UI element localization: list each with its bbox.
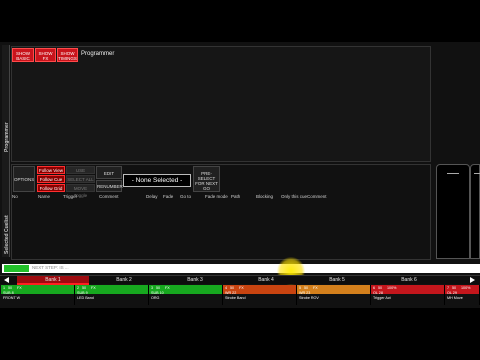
- playback-level: 50: [304, 286, 309, 290]
- playback-name: FRONT W: [3, 295, 21, 300]
- bank-tab-6[interactable]: Bank 6: [373, 276, 445, 285]
- tab-show-basic[interactable]: SHOW BASIC: [12, 48, 34, 62]
- playback-level: 50: [156, 286, 161, 290]
- col-goto[interactable]: Go to: [180, 194, 191, 199]
- col-name[interactable]: Name: [38, 194, 50, 199]
- col-comment[interactable]: Comment: [99, 194, 119, 199]
- playback-2[interactable]: 2 50 FX SUB 9 LED Band: [75, 285, 149, 305]
- col-fade[interactable]: Fade: [163, 194, 173, 199]
- playback-mode: FX: [313, 286, 318, 290]
- playback-mode: FX: [165, 286, 170, 290]
- tab-show-fx[interactable]: SHOW FX: [35, 48, 56, 62]
- follow-grid-button[interactable]: Follow Grid: [37, 184, 65, 192]
- playback-level: 50: [82, 286, 87, 290]
- panel-handle[interactable]: [447, 173, 459, 174]
- rail-label-programmer[interactable]: Programmer: [4, 122, 10, 152]
- playback-6[interactable]: 6 50 100% OL 28 Trigger Act: [371, 285, 445, 305]
- cue-table-header: No Name Trigger Comment Delay Fade Go to…: [12, 193, 331, 201]
- select-all-button[interactable]: SELECT ALL: [66, 175, 95, 183]
- col-delay[interactable]: Delay: [146, 194, 158, 199]
- move-toggle-button[interactable]: MOVE Toggle: [66, 184, 95, 198]
- playback-level: 50: [8, 286, 13, 290]
- playback-1[interactable]: 1 50 FX SUB 8 FRONT W: [1, 285, 75, 305]
- col-trigger[interactable]: Trigger: [63, 194, 77, 199]
- programmer-panel: [11, 46, 431, 162]
- bank-tab-2[interactable]: Bank 2: [89, 276, 159, 285]
- playback-name: MH Move: [447, 295, 463, 300]
- options-button[interactable]: OPTIONS: [13, 166, 35, 192]
- follow-cue-button[interactable]: Follow Cue: [37, 175, 65, 183]
- bank-tab-5[interactable]: Bank 5: [301, 276, 373, 285]
- playback-mode: 100%: [461, 286, 471, 290]
- playback-5[interactable]: 5 50 FX WR 23 Strobe ROV: [297, 285, 371, 305]
- playback-number: 3: [151, 286, 154, 290]
- playback-name: Strobe ROV: [299, 295, 319, 300]
- col-fade-mode[interactable]: Fade mode: [205, 194, 228, 199]
- preselect-button[interactable]: PRE-SELECT FOR NEXT GO: [193, 166, 220, 192]
- bank-tab-4[interactable]: Bank 4: [231, 276, 301, 285]
- col-blocking[interactable]: Blocking: [256, 194, 273, 199]
- bank-strip: Bank 1 Bank 2 Bank 3 Bank 4 Bank 5 Bank …: [0, 275, 480, 285]
- playback-name: Strobe Band: [225, 295, 246, 300]
- playback-level: 50: [230, 286, 235, 290]
- col-no[interactable]: No: [12, 194, 18, 199]
- right-side-panel-2: [470, 164, 480, 259]
- playback-7[interactable]: 7 50 100% OL 29 MH Move: [445, 285, 480, 305]
- playback-number: 1: [3, 286, 6, 290]
- edit-mode-select[interactable]: - None Selected -: [123, 174, 191, 187]
- tab-show-timings[interactable]: SHOW TIMINGS: [57, 48, 78, 62]
- command-line-status: [4, 265, 29, 272]
- playback-number: 2: [77, 286, 80, 290]
- follow-view-button[interactable]: Follow View: [37, 166, 65, 174]
- bank-prev-icon[interactable]: [4, 277, 9, 283]
- playback-4[interactable]: 4 50 FX WR 22 Strobe Band: [223, 285, 297, 305]
- bank-tab-1[interactable]: Bank 1: [17, 276, 89, 285]
- playback-mode: FX: [17, 286, 22, 290]
- use-palettes-button[interactable]: USE PALETTES: [66, 166, 95, 180]
- playback-number: 7: [447, 286, 450, 290]
- programmer-title: Programmer: [81, 51, 115, 57]
- playback-mode: 100%: [387, 286, 397, 290]
- edit-mode-button[interactable]: EDIT MODE: [96, 166, 122, 189]
- command-line-input[interactable]: NEXT STEP: IS ...: [32, 265, 69, 270]
- playback-name: ORG: [151, 295, 160, 300]
- col-path[interactable]: Path: [231, 194, 240, 199]
- playback-name: Trigger Act: [373, 295, 391, 300]
- renumber-button[interactable]: RENUMBER: [96, 180, 123, 192]
- panel-handle-2[interactable]: [474, 173, 480, 174]
- bank-tab-3[interactable]: Bank 3: [159, 276, 231, 285]
- playback-number: 5: [299, 286, 302, 290]
- bank-next-icon[interactable]: [470, 277, 475, 283]
- playback-number: 4: [225, 286, 228, 290]
- col-only-this-cue[interactable]: Only this cue: [281, 194, 307, 199]
- playback-number: 6: [373, 286, 376, 290]
- playback-level: 50: [378, 286, 383, 290]
- rail-label-selected-cuelist[interactable]: Selected Cuelist: [4, 215, 10, 254]
- playback-3[interactable]: 3 50 FX SUB 10 ORG: [149, 285, 223, 305]
- col-comment-2[interactable]: Comment: [307, 194, 327, 199]
- command-line: NEXT STEP: IS ...: [2, 257, 480, 285]
- playback-name: LED Band: [77, 295, 94, 300]
- playback-mode: FX: [239, 286, 244, 290]
- playback-level: 50: [452, 286, 457, 290]
- playback-mode: FX: [91, 286, 96, 290]
- right-side-panel: [436, 164, 470, 259]
